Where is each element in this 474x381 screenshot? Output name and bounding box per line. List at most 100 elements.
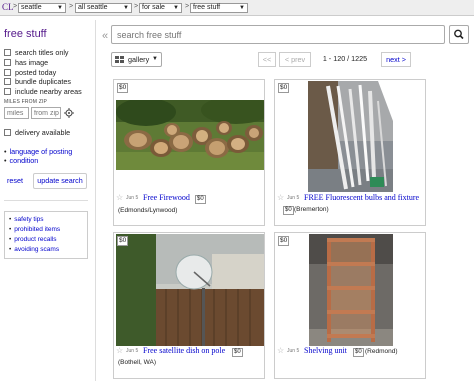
filter-label: delivery available <box>15 128 71 137</box>
listing-title[interactable]: Shelving unit <box>304 346 347 355</box>
post-date: Jun 5 <box>287 348 300 354</box>
checkbox[interactable] <box>4 49 11 56</box>
miles-input[interactable] <box>4 107 29 119</box>
price-badge: $0 <box>278 236 290 246</box>
result-card[interactable]: $0 ☆ Jun 5 Free satellite dish on pole $… <box>113 232 265 379</box>
sidebar-divider <box>95 20 96 381</box>
area-select[interactable]: all seattle ▼ <box>75 3 132 13</box>
area-select-value: all seattle <box>78 4 108 11</box>
view-mode-select[interactable]: gallery ▼ <box>111 52 162 67</box>
filter-bundle-duplicates[interactable]: bundle duplicates <box>4 77 71 86</box>
filter-label: search titles only <box>15 48 69 57</box>
avoiding-scams-link[interactable]: • avoiding scams <box>9 246 59 253</box>
miles-from-zip-label: MILES FROM ZIP <box>4 99 48 105</box>
language-of-posting-link[interactable]: • language of posting <box>4 147 72 156</box>
listing-title[interactable]: Free satellite dish on pole <box>143 346 225 355</box>
post-date: Jun 5 <box>126 348 139 354</box>
listing-image[interactable] <box>116 234 264 346</box>
star-icon[interactable]: ☆ <box>277 346 284 355</box>
gallery-grid-icon <box>115 56 124 63</box>
condition-link[interactable]: • condition <box>4 156 38 165</box>
collapse-sidebar-icon[interactable]: « <box>102 30 108 42</box>
link-label: avoiding scams <box>14 246 60 253</box>
breadcrumb-separator: > <box>134 3 139 10</box>
link-label: prohibited items <box>14 226 61 233</box>
chevron-down-icon: ▼ <box>173 5 179 11</box>
city-select-value: seattle <box>21 4 42 11</box>
help-links-box: • safety tips • prohibited items • product … <box>4 211 88 259</box>
divider <box>4 200 88 201</box>
star-icon[interactable]: ☆ <box>116 346 123 355</box>
category-select[interactable]: free stuff ▼ <box>190 3 248 13</box>
bullet-icon: • <box>9 246 12 253</box>
safety-tips-link[interactable]: • safety tips <box>9 216 44 223</box>
page-title: free stuff <box>4 28 47 40</box>
filter-posted-today[interactable]: posted today <box>4 68 56 77</box>
price-badge: $0 <box>283 206 294 215</box>
firewood-photo <box>116 100 264 170</box>
listing-image[interactable] <box>116 100 264 170</box>
next-page-button[interactable]: next > <box>381 52 411 67</box>
result-card[interactable]: $0 ☆ Jun 5 FREE Fluorescent bulbs and fi… <box>274 79 426 226</box>
post-date: Jun 5 <box>126 195 139 201</box>
bullet-icon: • <box>4 156 7 165</box>
filter-label: posted today <box>15 68 57 77</box>
chevron-down-icon: ▼ <box>123 5 129 11</box>
filter-include-nearby-areas[interactable]: include nearby areas <box>4 87 82 96</box>
bullet-icon: • <box>9 226 12 233</box>
listing-image[interactable] <box>309 234 393 346</box>
city-select[interactable]: seattle ▼ <box>18 3 66 13</box>
checkbox[interactable] <box>4 129 11 136</box>
price-badge: $0 <box>195 195 206 204</box>
breadcrumb-separator: > <box>69 3 74 10</box>
breadcrumb-bar: CL > seattle ▼ > all seattle ▼ > for sale ▼… <box>0 0 474 16</box>
filter-delivery-available[interactable]: delivery available <box>4 128 70 137</box>
fluorescent-bulbs-photo <box>308 81 393 192</box>
category-select-value: free stuff <box>193 4 221 11</box>
craigslist-logo[interactable]: CL <box>2 2 14 12</box>
view-mode-value: gallery <box>128 55 150 64</box>
product-recalls-link[interactable]: • product recalls <box>9 236 57 243</box>
listing-title[interactable]: FREE Fluorescent bulbs and fixture <box>304 193 419 202</box>
filter-label: include nearby areas <box>15 87 82 96</box>
price-badge: $0 <box>117 236 129 246</box>
prev-page-button[interactable]: < prev <box>279 52 311 67</box>
prohibited-items-link[interactable]: • prohibited items <box>9 226 60 233</box>
checkbox[interactable] <box>4 88 11 95</box>
chevron-down-icon: ▼ <box>152 56 158 62</box>
checkbox[interactable] <box>4 69 11 76</box>
zip-input[interactable] <box>31 107 61 119</box>
section-select-value: for sale <box>142 4 165 11</box>
result-card[interactable]: $0 ☆ Jun 5 Free Firewood $0 (Edmonds/Lyn… <box>113 79 265 226</box>
checkbox[interactable] <box>4 78 11 85</box>
breadcrumb-separator: > <box>13 3 18 10</box>
star-icon[interactable]: ☆ <box>277 193 284 202</box>
result-card[interactable]: $0 ☆ Jun 5 Shelving unit $0 (Redmond) <box>274 232 426 379</box>
price-badge: $0 <box>117 83 129 93</box>
link-label: language of posting <box>9 147 73 156</box>
price-badge: $0 <box>278 83 290 93</box>
chevron-down-icon: ▼ <box>57 5 63 11</box>
location-crosshair-icon[interactable] <box>64 108 74 118</box>
star-icon[interactable]: ☆ <box>116 193 123 202</box>
satellite-dish-photo <box>116 234 264 346</box>
link-label: safety tips <box>14 216 44 223</box>
reset-button[interactable]: reset <box>2 174 28 188</box>
filter-label: has image <box>15 58 49 67</box>
section-select[interactable]: for sale ▼ <box>139 3 182 13</box>
result-range: 1 - 120 / 1225 <box>314 52 376 67</box>
link-label: condition <box>9 156 39 165</box>
listing-title[interactable]: Free Firewood <box>143 193 190 202</box>
checkbox[interactable] <box>4 59 11 66</box>
price-badge: $0 <box>353 348 364 357</box>
first-page-button[interactable]: << <box>258 52 276 67</box>
search-input[interactable] <box>111 25 445 44</box>
neighborhood: (Redmond) <box>365 348 398 355</box>
update-search-button[interactable]: update search <box>33 173 87 189</box>
bullet-icon: • <box>4 147 7 156</box>
filter-search-titles-only[interactable]: search titles only <box>4 48 69 57</box>
filter-has-image[interactable]: has image <box>4 58 48 67</box>
neighborhood: (Edmonds/Lynwood) <box>118 207 178 214</box>
search-button[interactable] <box>449 25 469 44</box>
listing-image[interactable] <box>308 81 393 192</box>
